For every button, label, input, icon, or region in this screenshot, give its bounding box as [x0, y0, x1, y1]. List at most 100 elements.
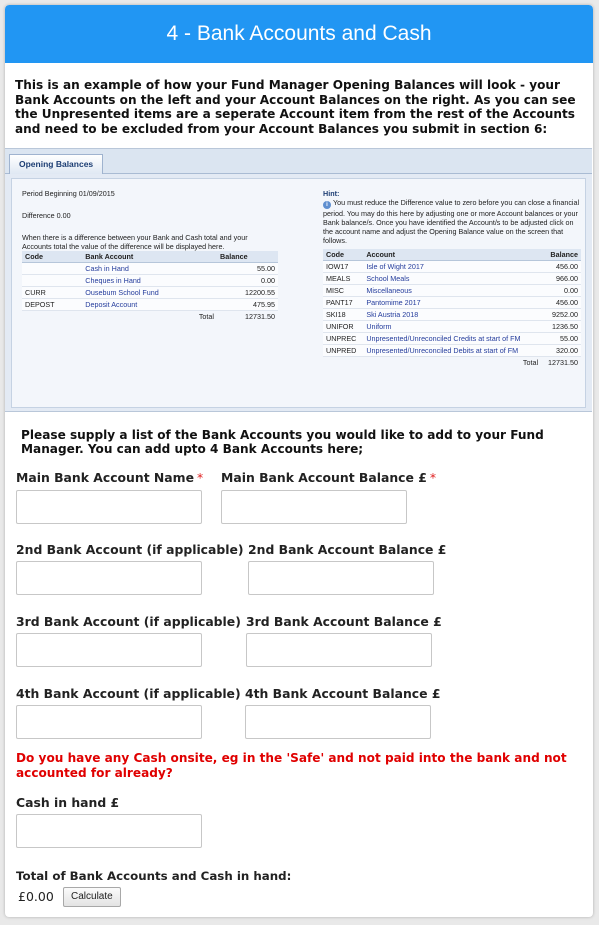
cell-account: Cash in Hand [82, 262, 218, 275]
example-period: Period Beginning 01/09/2015 [22, 189, 115, 198]
main-account-balance-label: Main Bank Account Balance £ * [221, 470, 437, 485]
cash-in-hand-input[interactable] [16, 814, 202, 848]
acc2-balance-input[interactable] [248, 561, 434, 595]
example-tabbar: Opening Balances [5, 149, 592, 174]
cell-account: Deposit Account [82, 298, 218, 311]
cell-balance: 55.00 [217, 262, 278, 275]
acc4-name-label: 4th Bank Account (if applicable) [16, 686, 241, 701]
total-label: Total [198, 312, 215, 321]
cell-code: SKI18 [323, 308, 364, 321]
acc4-balance-label: 4th Bank Account Balance £ [245, 686, 441, 701]
cell-balance: 456.00 [541, 296, 581, 309]
cell-balance: 1236.50 [541, 320, 581, 333]
cell-balance: 320.00 [541, 344, 581, 357]
table-row: MEALS School Meals 966.00 [323, 272, 581, 285]
column-header: Code [323, 249, 364, 261]
required-marker: * [429, 470, 437, 485]
total-value: £0.00 [18, 889, 54, 904]
info-icon: i [323, 201, 331, 209]
form-card: 4 - Bank Accounts and Cash This is an ex… [5, 5, 593, 917]
example-bank-panel: Period Beginning 01/09/2015 Difference 0… [22, 189, 278, 322]
example-accounts-table: Code Account Balance IOW17 Isle of Wight … [323, 249, 581, 368]
example-note: When there is a difference between your … [22, 233, 248, 251]
table-row: PANT17 Pantomime 2017 456.00 [323, 296, 581, 309]
example-bank-table: Code Bank Account Balance Cash in Hand 5… [22, 251, 278, 322]
acc2-name-label: 2nd Bank Account (if applicable) [16, 542, 244, 557]
acc3-name-input[interactable] [16, 633, 202, 667]
acc3-name-label: 3rd Bank Account (if applicable) [16, 614, 241, 629]
cash-in-hand-label: Cash in hand £ [16, 795, 120, 810]
table-row: UNIFOR Uniform 1236.50 [323, 320, 581, 333]
bank-accounts-prompt: Please supply a list of the Bank Account… [21, 428, 544, 456]
acc3-balance-label: 3rd Bank Account Balance £ [246, 614, 442, 629]
cell-account: Uniform [363, 320, 542, 333]
cell-balance: 12200.55 [217, 286, 278, 299]
cell-account: Ski Austria 2018 [363, 308, 542, 321]
total-value: 12731.50 [548, 358, 578, 367]
table-header-row: Code Bank Account Balance [22, 251, 278, 263]
cell-code [22, 274, 83, 287]
acc3-balance-input[interactable] [246, 633, 432, 667]
cell-balance: 456.00 [541, 260, 581, 273]
total-label: Total [522, 358, 539, 367]
table-header-row: Code Account Balance [323, 249, 581, 261]
cell-account: Unpresented/Unreconciled Debits at start… [363, 344, 542, 357]
cell-balance: 966.00 [541, 272, 581, 285]
acc4-balance-input[interactable] [245, 705, 431, 739]
cell-balance: 9252.00 [541, 308, 581, 321]
main-account-balance-input[interactable] [221, 490, 407, 524]
example-panel: Period Beginning 01/09/2015 Difference 0… [11, 178, 586, 408]
column-header: Bank Account [82, 251, 218, 263]
cell-balance: 55.00 [541, 332, 581, 345]
example-accounts-panel: Hint: i You must reduce the Difference va… [323, 189, 581, 368]
intro-text: This is an example of how your Fund Mana… [15, 78, 576, 136]
hint-text-block: i You must reduce the Difference value to… [323, 198, 581, 245]
cell-account: Ousebum School Fund [82, 286, 218, 299]
main-account-name-input[interactable] [16, 490, 202, 524]
column-header: Code [22, 251, 83, 263]
column-header: Balance [217, 251, 278, 263]
calculate-button[interactable]: Calculate [63, 887, 121, 907]
acc2-name-input[interactable] [16, 561, 202, 595]
cell-account: School Meals [363, 272, 542, 285]
main-account-name-label: Main Bank Account Name * [16, 470, 204, 485]
cell-code: PANT17 [323, 296, 364, 309]
table-row: IOW17 Isle of Wight 2017 456.00 [323, 260, 581, 273]
table-row: UNPREC Unpresented/Unreconciled Credits a… [323, 332, 581, 345]
example-tab-opening-balances: Opening Balances [9, 154, 104, 174]
table-row: SKI18 Ski Austria 2018 9252.00 [323, 308, 581, 321]
table-row: UNPRED Unpresented/Unreconciled Debits at… [323, 344, 581, 357]
cell-code: UNIFOR [323, 320, 364, 333]
cell-code: IOW17 [323, 260, 364, 273]
cell-code: UNPREC [323, 332, 364, 345]
table-row: CURR Ousebum School Fund 12200.55 [22, 286, 278, 299]
acc4-name-input[interactable] [16, 705, 202, 739]
table-row: Cash in Hand 55.00 [22, 262, 278, 275]
total-row: Total 12731.50 [22, 311, 278, 323]
cell-code: MISC [323, 284, 364, 297]
cell-code: DEPOST [22, 298, 83, 311]
cell-balance: 0.00 [541, 284, 581, 297]
hint-title: Hint: [323, 189, 340, 198]
cell-account: Pantomime 2017 [363, 296, 542, 309]
cell-balance: 475.95 [217, 298, 278, 311]
required-marker: * [196, 470, 204, 485]
total-label: Total of Bank Accounts and Cash in hand: [16, 869, 292, 883]
table-row: DEPOST Deposit Account 475.95 [22, 298, 278, 311]
column-header: Account [363, 249, 542, 261]
example-screenshot: Opening Balances Period Beginning 01/09/… [5, 148, 592, 412]
cell-account: Unpresented/Unreconciled Credits at star… [363, 332, 542, 345]
hint-text: You must reduce the Difference value to … [323, 198, 580, 245]
cell-account: Isle of Wight 2017 [363, 260, 542, 273]
table-row: Cheques in Hand 0.00 [22, 274, 278, 287]
cell-balance: 0.00 [217, 274, 278, 287]
total-row: Total 12731.50 [323, 357, 581, 369]
column-header: Balance [541, 249, 581, 261]
cell-code [22, 262, 83, 275]
cell-account: Miscellaneous [363, 284, 542, 297]
cash-question: Do you have any Cash onsite, eg in the '… [16, 751, 567, 780]
acc2-balance-label: 2nd Bank Account Balance £ [248, 542, 447, 557]
cell-account: Cheques in Hand [82, 274, 218, 287]
cell-code: UNPRED [323, 344, 364, 357]
example-difference: Difference 0.00 [22, 211, 71, 220]
